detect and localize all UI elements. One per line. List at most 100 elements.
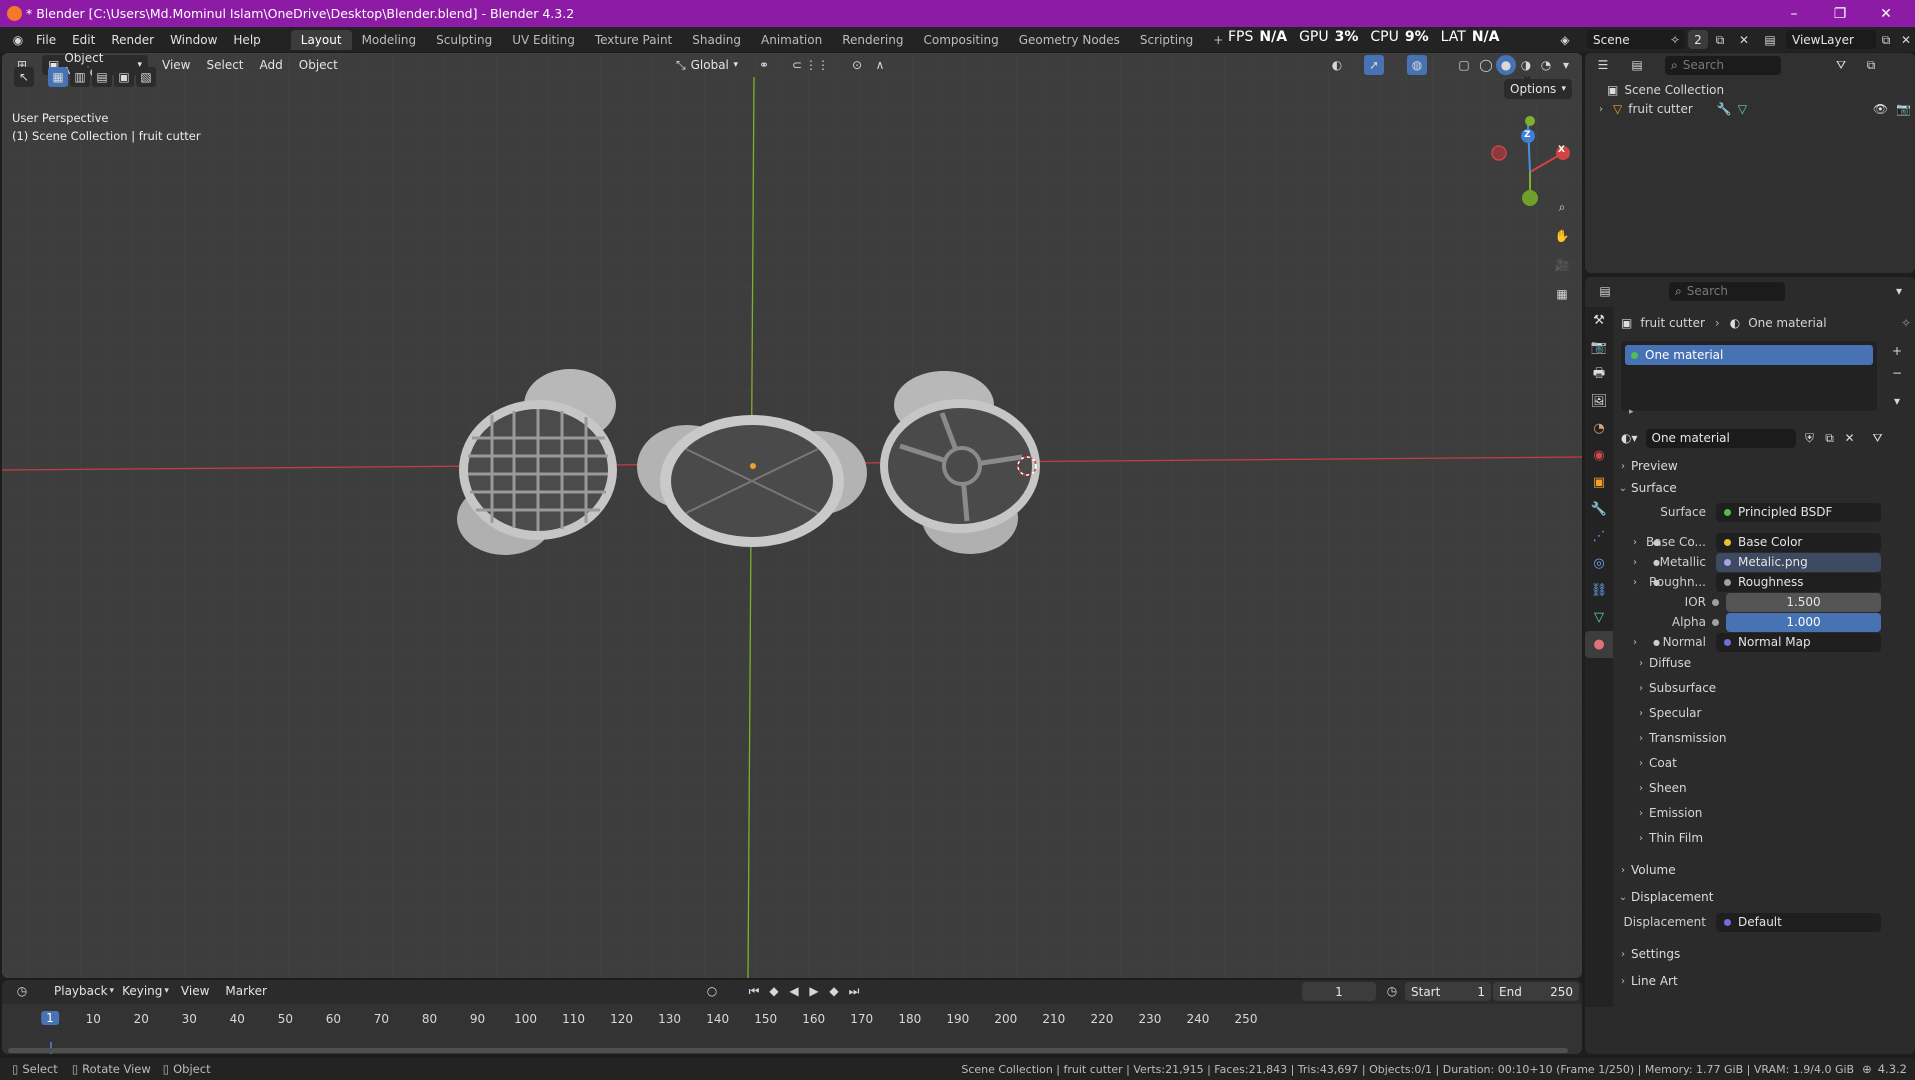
prev-keyframe-icon[interactable]: ◆ [764,981,784,1001]
menu-select[interactable]: Select [198,58,251,72]
section-line-art[interactable]: › Line Art [1615,970,1911,992]
chevron-right-icon[interactable]: › [1633,537,1637,548]
chevron-down-icon[interactable]: ▾ [1889,281,1909,301]
expand-chevron-icon[interactable]: › [1599,104,1613,115]
view-layer-tab-icon[interactable]: 🖼 [1585,388,1613,415]
viewport-canvas[interactable] [2,53,1582,978]
menu-window[interactable]: Window [162,33,225,47]
minimize-button[interactable]: – [1771,0,1817,27]
menu-timeline-view[interactable]: View [173,984,217,998]
section-volume[interactable]: › Volume [1615,859,1911,881]
subpanel-transmission[interactable]: › Transmission [1633,727,1903,749]
pin-icon[interactable]: ✧ [1665,30,1685,50]
menu-marker[interactable]: Marker [217,984,274,998]
camera-view-icon[interactable]: 🎥 [1552,255,1572,275]
subpanel-emission[interactable]: › Emission [1633,802,1903,824]
outliner-editor-icon[interactable]: ☰ [1593,55,1613,75]
select-new-icon[interactable]: ▦ [48,67,68,87]
material-name-field[interactable]: One material [1645,428,1796,448]
tab-animation[interactable]: Animation [751,30,832,50]
tab-sculpting[interactable]: Sculpting [426,30,502,50]
menu-view[interactable]: View [154,58,198,72]
outliner-root-row[interactable]: ▣ Scene Collection [1607,81,1724,99]
add-slot-icon[interactable]: + [1887,341,1907,361]
snap-target-icon[interactable]: ⋮⋮ [805,55,829,75]
select-extend-icon[interactable]: ▥ [70,67,90,87]
material-tab-icon[interactable]: ● [1585,631,1613,658]
menu-render[interactable]: Render [103,33,162,47]
close-button[interactable]: ✕ [1863,0,1909,27]
properties-editor-icon[interactable]: ▤ [1595,281,1615,301]
3d-viewport[interactable]: X Y Z ⊞ ▣ Object Mode ▾ View Select Add … [2,53,1582,978]
gizmo-toggle-icon[interactable]: ➚ [1364,55,1384,75]
section-preview[interactable]: › Preview [1615,455,1911,477]
shading-options-icon[interactable]: ▾ [1556,55,1576,75]
expand-triangle-icon[interactable]: ▸ [1629,407,1634,417]
menu-keying[interactable]: Keying [114,984,170,998]
fake-user-shield-icon[interactable]: ⛨ [1800,428,1820,448]
scene-icon[interactable]: ◈ [1555,30,1575,50]
menu-edit[interactable]: Edit [64,33,103,47]
material-slot-item[interactable]: One material [1625,345,1873,365]
subpanel-sheen[interactable]: › Sheen [1633,777,1903,799]
timeline-scrollbar[interactable] [8,1048,1568,1053]
tab-rendering[interactable]: Rendering [832,30,913,50]
remove-scene-icon[interactable]: ✕ [1734,30,1754,50]
world-tab-icon[interactable]: ◉ [1585,442,1613,469]
select-invert-icon[interactable]: ▣ [114,67,134,87]
object-tab-icon[interactable]: ▣ [1585,469,1613,496]
material-slot-list[interactable]: One material [1621,341,1877,411]
surface-shader-field[interactable]: Principled BSDF [1716,502,1881,522]
tab-compositing[interactable]: Compositing [913,30,1008,50]
properties-search-input[interactable]: ⌕ Search [1669,281,1785,301]
tab-texture-paint[interactable]: Texture Paint [585,30,682,50]
constraints-tab-icon[interactable]: ⛓ [1585,577,1613,604]
solid-shading-icon[interactable]: ● [1496,55,1516,75]
falloff-icon[interactable]: ∧ [870,55,890,75]
new-collection-icon[interactable]: ⧉ [1861,55,1881,75]
options-dropdown[interactable]: Options ▾ [1504,79,1572,99]
subpanel-subsurface[interactable]: › Subsurface [1633,677,1903,699]
base-color-field[interactable]: Base Color [1716,532,1881,552]
chevron-right-icon[interactable]: › [1633,557,1637,568]
start-frame-field[interactable]: Start 1 [1405,982,1491,1001]
modifier-tab-icon[interactable]: 🔧 [1585,496,1613,523]
render-tab-icon[interactable]: 📷 [1585,334,1613,361]
overlay-toggle-icon[interactable]: ◍ [1407,55,1427,75]
blender-menu-icon[interactable]: ◉ [8,30,28,50]
link-options-icon[interactable]: ⛛ [1868,428,1888,448]
chevron-right-icon[interactable]: › [1633,577,1637,588]
menu-playback[interactable]: Playback [46,984,116,998]
play-reverse-icon[interactable]: ◀ [784,981,804,1001]
visibility-icon[interactable]: ◐ [1327,55,1347,75]
outliner-search-input[interactable]: ⌕ Search [1665,55,1781,75]
tab-scripting[interactable]: Scripting [1130,30,1203,50]
filter-icon[interactable]: ⛛ [1831,55,1851,75]
alpha-field[interactable]: 1.000 [1726,612,1881,632]
remove-slot-icon[interactable]: − [1887,363,1907,383]
subpanel-thin-film[interactable]: › Thin Film [1633,827,1903,849]
displacement-field[interactable]: Default [1716,912,1881,932]
subpanel-diffuse[interactable]: › Diffuse [1633,652,1903,674]
pivot-icon[interactable]: ⚭ [754,55,774,75]
duplicate-material-icon[interactable]: ⧉ [1820,428,1840,448]
snap-icon[interactable]: ⊂ [787,55,807,75]
jump-end-icon[interactable]: ⏭ [844,981,864,1001]
browse-material-icon[interactable]: ◐▾ [1621,431,1638,445]
select-tool-icon[interactable]: ↖ [14,67,34,87]
clock-icon[interactable]: ◷ [1382,981,1402,1001]
menu-object[interactable]: Object [291,58,346,72]
jump-start-icon[interactable]: ⏮ [744,981,764,1001]
section-surface[interactable]: ⌄ Surface [1615,477,1911,499]
timeline-editor-icon[interactable]: ◷ [12,981,32,1001]
chevron-right-icon[interactable]: › [1633,637,1637,648]
ior-field[interactable]: 1.500 [1726,592,1881,612]
remove-view-layer-icon[interactable]: ✕ [1896,30,1915,50]
new-scene-icon[interactable]: ⧉ [1710,30,1730,50]
next-keyframe-icon[interactable]: ◆ [824,981,844,1001]
view-layer-icon[interactable]: ▤ [1760,30,1780,50]
tab-geometry-nodes[interactable]: Geometry Nodes [1009,30,1130,50]
perspective-toggle-icon[interactable]: ▦ [1552,284,1572,304]
new-view-layer-icon[interactable]: ⧉ [1876,30,1896,50]
maximize-button[interactable]: ❐ [1817,0,1863,27]
